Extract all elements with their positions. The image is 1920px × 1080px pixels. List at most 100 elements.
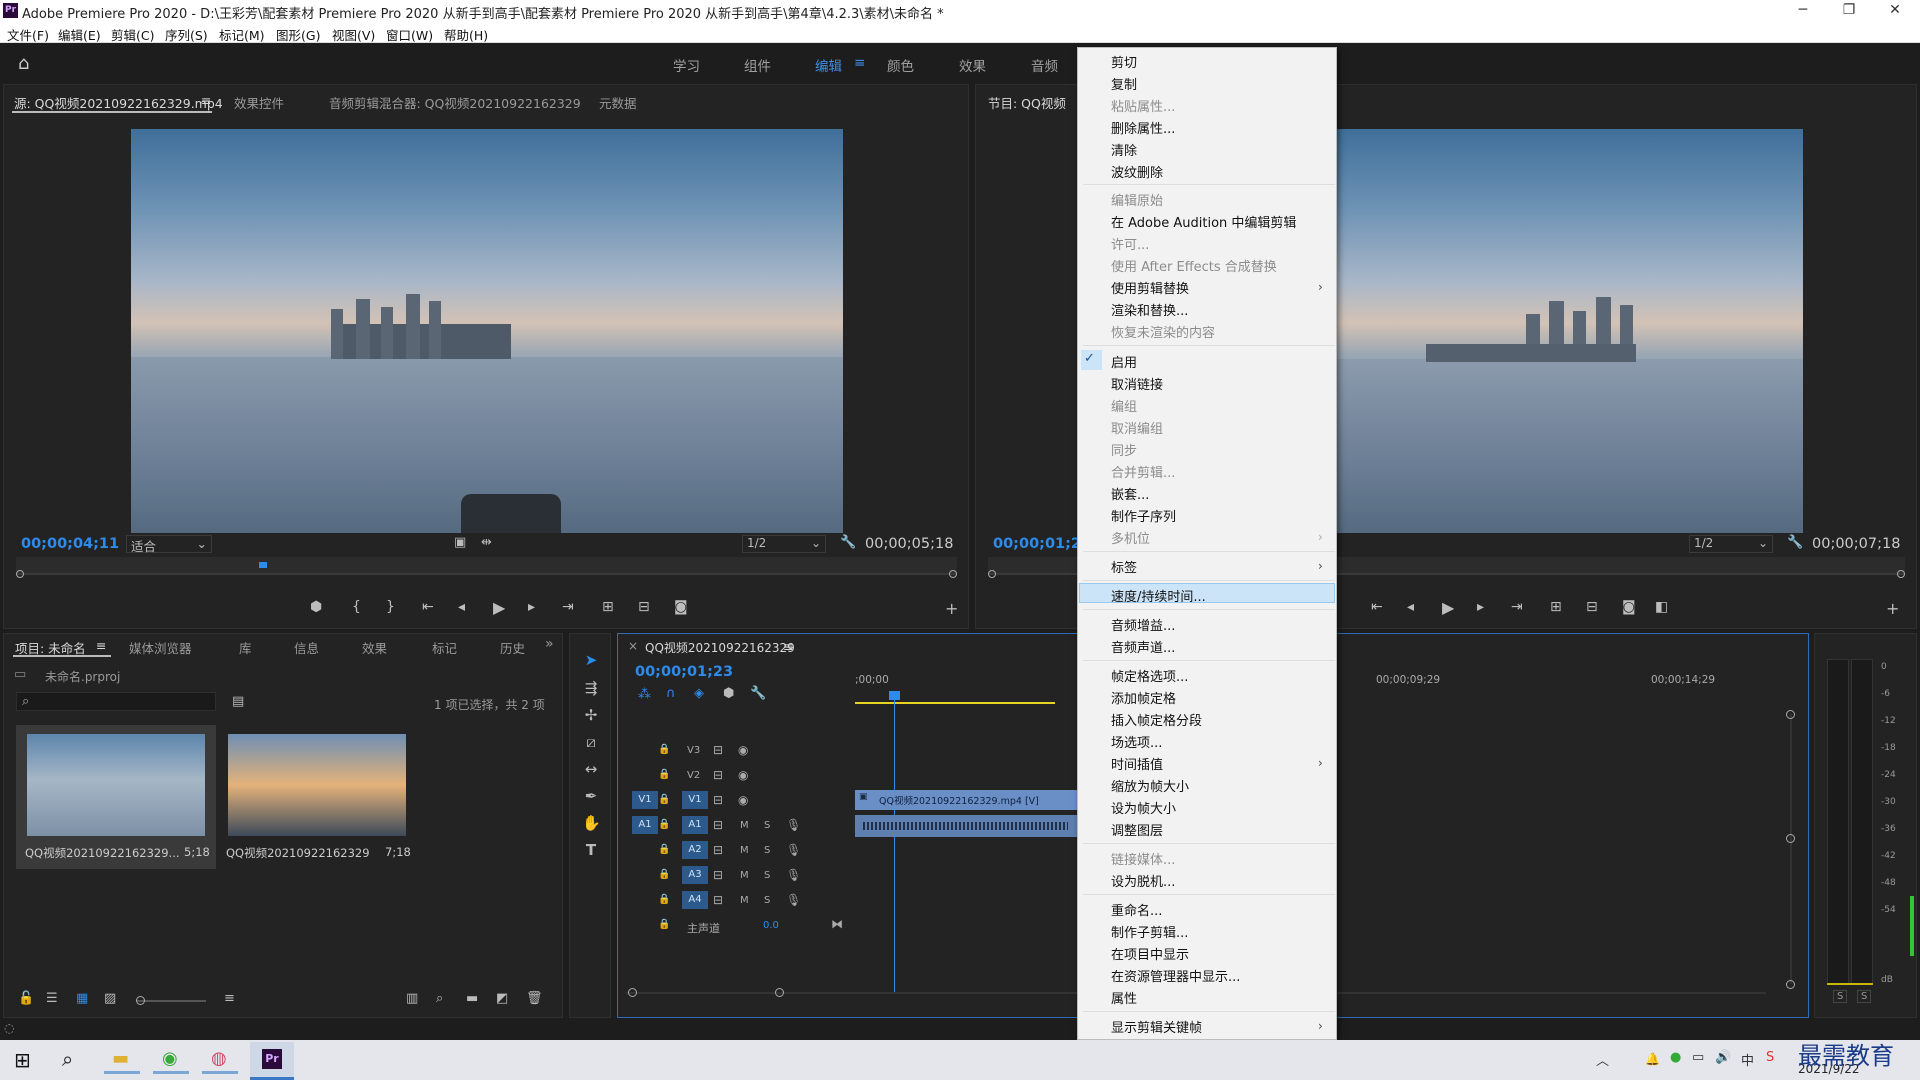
new-item-icon[interactable]: ◩: [496, 991, 508, 1006]
workspace-menu-icon[interactable]: ≡: [854, 55, 865, 71]
source-tab[interactable]: 源: QQ视频20210922162329.mp4: [14, 93, 223, 112]
track-lock-icon[interactable]: 🔒: [658, 794, 670, 805]
tab-markers[interactable]: 标记: [432, 638, 457, 657]
compare-view-icon[interactable]: ◧: [1655, 599, 1668, 615]
more-tabs-icon[interactable]: »: [545, 636, 554, 652]
solo-button[interactable]: S: [764, 820, 770, 831]
menu-item-reveal-in-explorer[interactable]: 在资源管理器中显示...: [1111, 966, 1240, 985]
snap-icon[interactable]: ⁂: [638, 687, 651, 702]
timeline-playhead[interactable]: [894, 692, 895, 992]
menu-graphics[interactable]: 图形(G): [276, 25, 320, 44]
workspace-audio[interactable]: 音频: [1031, 55, 1058, 75]
home-icon[interactable]: ⌂: [18, 53, 29, 74]
resolution-select[interactable]: 1/2 ⌄: [742, 535, 826, 553]
scroll-handle-left[interactable]: [628, 988, 637, 997]
tab-metadata[interactable]: 元数据: [599, 93, 637, 112]
wrench-icon[interactable]: 🔧: [1787, 535, 1803, 550]
menu-item-ripple-delete[interactable]: 波纹删除: [1111, 162, 1163, 181]
play-icon[interactable]: ▶: [493, 598, 505, 617]
mute-button[interactable]: M: [740, 895, 749, 906]
project-search-input[interactable]: ⌕: [16, 692, 216, 711]
menu-item-adjustment-layer[interactable]: 调整图层: [1111, 820, 1163, 839]
slip-tool-icon[interactable]: ↔: [582, 760, 600, 778]
playhead-handle[interactable]: [889, 691, 900, 700]
step-forward-icon[interactable]: ▸: [528, 599, 535, 615]
track-sync-icon[interactable]: ⊟: [713, 843, 723, 857]
program-resolution-select[interactable]: 1/2 ⌄: [1689, 535, 1773, 553]
track-sync-icon[interactable]: ⊟: [713, 818, 723, 832]
menu-item-insert-frame-hold[interactable]: 插入帧定格分段: [1111, 710, 1202, 729]
menu-view[interactable]: 视图(V): [332, 25, 375, 44]
lock-icon[interactable]: 🔓: [18, 991, 34, 1006]
zoom-slider-handle[interactable]: [136, 996, 145, 1005]
solo-button[interactable]: S: [764, 845, 770, 856]
master-volume[interactable]: 0.0: [763, 920, 779, 931]
pen-tool-icon[interactable]: ✒: [582, 787, 600, 805]
menu-item-cut[interactable]: 剪切: [1111, 52, 1137, 71]
track-lock-icon[interactable]: 🔒: [658, 894, 670, 905]
button-editor-icon[interactable]: +: [1886, 599, 1899, 618]
source-playhead[interactable]: [259, 562, 267, 568]
track-lock-icon[interactable]: 🔒: [658, 744, 670, 755]
menu-marker[interactable]: 标记(M): [219, 25, 265, 44]
razor-tool-icon[interactable]: ⧄: [582, 733, 600, 751]
eye-icon[interactable]: ◉: [738, 768, 748, 782]
hand-tool-icon[interactable]: ✋: [582, 814, 601, 832]
extract-icon[interactable]: ⊟: [1586, 599, 1598, 615]
mute-button[interactable]: M: [740, 820, 749, 831]
mark-in-icon[interactable]: {: [352, 599, 361, 615]
network-icon[interactable]: ▭: [1692, 1050, 1704, 1065]
insert-icon[interactable]: ▣: [454, 535, 466, 550]
workspace-color[interactable]: 颜色: [887, 55, 914, 75]
lift-icon[interactable]: ⊞: [1550, 599, 1562, 615]
freeform-view-icon[interactable]: ▨: [104, 991, 116, 1006]
master-end-icon[interactable]: ⧓: [831, 917, 843, 931]
automate-icon[interactable]: ▥: [406, 991, 418, 1006]
icon-view-icon[interactable]: ▦: [76, 991, 88, 1006]
export-frame-icon[interactable]: ◙: [1622, 599, 1636, 615]
track-a3-label[interactable]: A3: [682, 866, 708, 884]
menu-item-enable[interactable]: 启用: [1111, 352, 1137, 371]
source-zoom-bar[interactable]: [16, 573, 957, 575]
insert-edit-icon[interactable]: ⊞: [602, 599, 614, 615]
menu-item-time-interpolation[interactable]: 时间插值: [1111, 754, 1163, 773]
tab-audio-clip-mixer[interactable]: 音频剪辑混合器: QQ视频20210922162329: [329, 93, 581, 112]
tab-effect-controls[interactable]: 效果控件: [234, 93, 284, 112]
export-frame-icon[interactable]: ◙: [674, 599, 688, 615]
work-area-bar[interactable]: [855, 702, 1055, 704]
menu-item-label[interactable]: 标签: [1111, 557, 1137, 576]
mic-icon[interactable]: 🎙: [786, 843, 801, 857]
audio-clip[interactable]: [855, 815, 1077, 837]
source-timecode[interactable]: 00;00;04;11: [21, 536, 119, 552]
tray-app-icon[interactable]: ●: [1670, 1050, 1681, 1065]
browser-icon[interactable]: ◉: [153, 1046, 189, 1074]
source-time-ruler[interactable]: [16, 557, 957, 573]
solo-right-button[interactable]: S: [1857, 990, 1872, 1003]
go-to-out-icon[interactable]: ⇥: [1511, 599, 1523, 615]
add-marker-icon[interactable]: ◈: [694, 686, 704, 701]
mic-icon[interactable]: 🎙: [786, 893, 801, 907]
track-sync-icon[interactable]: ⊟: [713, 868, 723, 882]
menu-item-scale-to-frame[interactable]: 缩放为帧大小: [1111, 776, 1189, 795]
menu-item-rename[interactable]: 重命名...: [1111, 900, 1162, 919]
wrench-icon[interactable]: 🔧: [840, 535, 856, 550]
ime-indicator[interactable]: 中: [1741, 1050, 1754, 1069]
workspace-effects[interactable]: 效果: [959, 55, 986, 75]
timeline-v-scrollbar[interactable]: [1790, 714, 1792, 984]
wrench-icon[interactable]: 🔧: [750, 686, 766, 701]
menu-item-make-offline[interactable]: 设为脱机...: [1111, 871, 1175, 890]
volume-icon[interactable]: 🔊: [1715, 1050, 1731, 1065]
sogou-icon[interactable]: S: [1766, 1050, 1774, 1065]
menu-item-make-subclip[interactable]: 制作子剪辑...: [1111, 922, 1188, 941]
track-select-tool-icon[interactable]: ⇶: [582, 679, 600, 697]
menu-item-render-replace[interactable]: 渲染和替换...: [1111, 300, 1188, 319]
menu-item-reveal-in-project[interactable]: 在项目中显示: [1111, 944, 1189, 963]
menu-item-unlink[interactable]: 取消链接: [1111, 374, 1163, 393]
project-item-1[interactable]: QQ视频20210922162329... 5;18: [16, 725, 216, 869]
selection-tool-icon[interactable]: ➤: [582, 651, 600, 669]
menu-item-show-clip-keyframes[interactable]: 显示剪辑关键帧: [1111, 1017, 1202, 1036]
app-icon[interactable]: ◍: [202, 1046, 238, 1074]
menu-item-edit-in-audition[interactable]: 在 Adobe Audition 中编辑剪辑: [1111, 212, 1296, 231]
menu-item-frame-hold-options[interactable]: 帧定格选项...: [1111, 666, 1188, 685]
track-sync-icon[interactable]: ⊟: [713, 743, 723, 757]
